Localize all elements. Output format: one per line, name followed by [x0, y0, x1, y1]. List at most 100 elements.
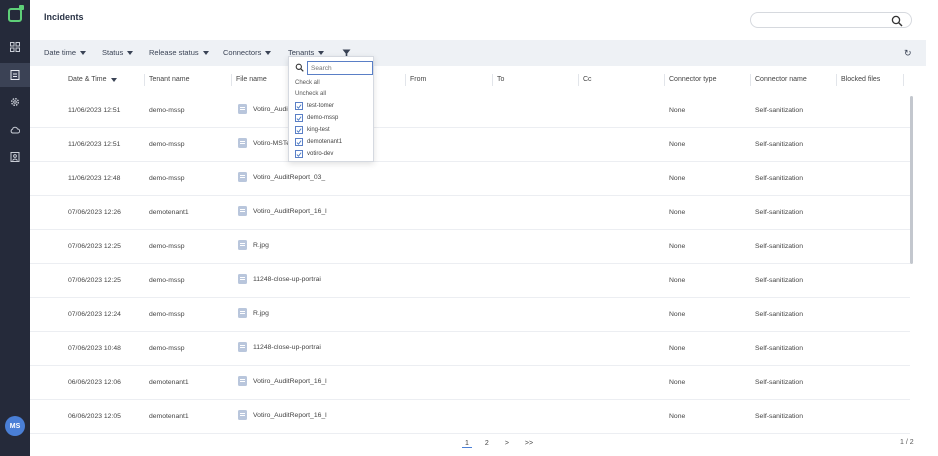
column-header-connector-name[interactable]: Connector name — [755, 76, 807, 83]
cell-file-name[interactable]: Votiro_AuditR — [238, 104, 295, 114]
file-icon — [238, 172, 247, 182]
column-header-file-name[interactable]: File name — [236, 76, 267, 83]
cell-date-time: 07/06/2023 12:25 — [68, 277, 121, 284]
table-row[interactable]: 07/06/2023 12:26 demotenant1 Votiro_Audi… — [30, 196, 910, 230]
filter-status[interactable]: Status — [102, 48, 134, 57]
dashboard-icon — [10, 42, 20, 52]
cell-tenant-name: demo-mssp — [149, 311, 185, 318]
cell-tenant-name: demo-mssp — [149, 243, 185, 250]
settings-icon — [11, 98, 19, 106]
checkbox-checked-icon[interactable] — [295, 102, 303, 110]
table-row[interactable]: 06/06/2023 12:05 demotenant1 Votiro_Audi… — [30, 400, 910, 434]
column-header-cc[interactable]: Cc — [583, 76, 592, 83]
column-header-date-time[interactable]: Date & Time — [68, 76, 117, 83]
uncheck-all-link[interactable]: Uncheck all — [295, 91, 326, 97]
checkbox-checked-icon[interactable] — [295, 138, 303, 146]
table-row[interactable]: 11/06/2023 12:51 demo-mssp Votiro-MSTe N… — [30, 128, 910, 162]
filter-bar: Date time Status Release status Connecto… — [30, 40, 926, 66]
column-divider — [750, 74, 751, 86]
column-label: Tenant name — [149, 76, 190, 83]
table-scrollbar[interactable] — [910, 96, 913, 264]
file-name-text: R.jpg — [253, 309, 269, 317]
next-page-button[interactable]: > — [502, 440, 512, 448]
cell-file-name[interactable]: Votiro_AuditReport_16_l — [238, 410, 327, 420]
file-name-text: Votiro_AuditReport_16_l — [253, 207, 327, 215]
refresh-icon[interactable]: ↻ — [904, 48, 912, 59]
tenant-option-label: king-test — [307, 127, 330, 133]
cell-tenant-name: demo-mssp — [149, 141, 185, 148]
column-header-to[interactable]: To — [497, 76, 504, 83]
table-row[interactable]: 06/06/2023 12:06 demotenant1 Votiro_Audi… — [30, 366, 910, 400]
column-header-tenant-name[interactable]: Tenant name — [149, 76, 189, 83]
column-header-connector-type[interactable]: Connector type — [669, 76, 716, 83]
filter-date-time[interactable]: Date time — [44, 48, 87, 57]
cell-tenant-name: demotenant1 — [149, 379, 189, 386]
file-icon — [238, 206, 247, 216]
cell-file-name[interactable]: Votiro_AuditReport_16_l — [238, 206, 327, 216]
cell-connector-name: Self-sanitization — [755, 107, 803, 114]
tenant-option-test-tomer[interactable]: test-tomer — [295, 101, 334, 111]
pagination: 1 2 > >> — [462, 440, 536, 448]
cell-tenant-name: demo-mssp — [149, 107, 185, 114]
filter-label: Release status — [149, 48, 199, 57]
chevron-down-icon — [202, 50, 209, 55]
table-row[interactable]: 11/06/2023 12:48 demo-mssp Votiro_AuditR… — [30, 162, 910, 196]
image-file-icon — [238, 342, 247, 352]
tenant-option-demo-mssp[interactable]: demo-mssp — [295, 113, 338, 123]
cell-tenant-name: demo-mssp — [149, 277, 185, 284]
column-header-from[interactable]: From — [410, 76, 426, 83]
cell-file-name[interactable]: Votiro-MSTe — [238, 138, 290, 148]
tenant-option-demotenant1[interactable]: demotenant1 — [295, 137, 342, 147]
page-2-button[interactable]: 2 — [482, 440, 492, 448]
tenant-option-label: test-tomer — [307, 103, 335, 109]
page-1-button[interactable]: 1 — [462, 440, 472, 448]
file-name-text: Votiro-MSTe — [253, 139, 291, 147]
cell-file-name[interactable]: R.jpg — [238, 240, 269, 250]
cell-file-name[interactable]: Votiro_AuditReport_16_l — [238, 376, 327, 386]
page-title: Incidents — [44, 12, 84, 22]
table-row[interactable]: 11/06/2023 12:51 demo-mssp Votiro_AuditR… — [30, 94, 910, 128]
filter-label: Date time — [44, 48, 77, 57]
sidebar-item-settings[interactable] — [0, 90, 30, 114]
cell-file-name[interactable]: 11248-close-up-portrai — [238, 342, 321, 352]
column-divider — [903, 74, 904, 86]
sidebar-item-dashboard[interactable] — [0, 35, 30, 59]
cell-file-name[interactable]: R.jpg — [238, 308, 269, 318]
table-row[interactable]: 07/06/2023 12:25 demo-mssp R.jpg None Se… — [30, 230, 910, 264]
sidebar-item-reports[interactable] — [0, 145, 30, 169]
cloud-icon — [10, 126, 20, 134]
filter-connectors[interactable]: Connectors — [223, 48, 272, 57]
check-all-link[interactable]: Check all — [295, 80, 320, 86]
cell-connector-type: None — [669, 311, 686, 318]
image-file-icon — [238, 308, 247, 318]
sidebar: MS — [0, 0, 30, 456]
chevron-down-icon — [127, 50, 134, 55]
filter-release-status[interactable]: Release status — [149, 48, 209, 57]
sidebar-item-incidents[interactable] — [0, 63, 30, 87]
column-label: Date & Time — [68, 76, 107, 83]
cell-connector-type: None — [669, 345, 686, 352]
column-label: Blocked files — [841, 76, 881, 83]
cell-connector-name: Self-sanitization — [755, 413, 803, 420]
cell-tenant-name: demotenant1 — [149, 413, 189, 420]
table-row[interactable]: 07/06/2023 12:25 demo-mssp 11248-close-u… — [30, 264, 910, 298]
cell-file-name[interactable]: 11248-close-up-portrai — [238, 274, 321, 284]
cell-date-time: 11/06/2023 12:51 — [68, 107, 121, 114]
search-icon — [295, 63, 304, 72]
column-header-blocked-files[interactable]: Blocked files — [841, 76, 880, 83]
table-header: Date & Time Tenant name File name From T… — [30, 72, 910, 90]
avatar[interactable]: MS — [5, 416, 25, 436]
checkbox-checked-icon[interactable] — [295, 126, 303, 134]
table-row[interactable]: 07/06/2023 10:48 demo-mssp 11248-close-u… — [30, 332, 910, 366]
tenant-option-king-test[interactable]: king-test — [295, 125, 330, 135]
last-page-button[interactable]: >> — [522, 440, 536, 448]
search-icon[interactable] — [891, 15, 903, 27]
sidebar-item-cloud[interactable] — [0, 118, 30, 142]
tenant-option-votiro-dev[interactable]: votiro-dev — [295, 149, 333, 159]
checkbox-checked-icon[interactable] — [295, 114, 303, 122]
checkbox-checked-icon[interactable] — [295, 150, 303, 158]
tenants-search-input[interactable] — [307, 61, 373, 75]
table-row[interactable]: 07/06/2023 12:24 demo-mssp R.jpg None Se… — [30, 298, 910, 332]
search-input[interactable] — [750, 12, 912, 28]
cell-file-name[interactable]: Votiro_AuditReport_03_ — [238, 172, 325, 182]
